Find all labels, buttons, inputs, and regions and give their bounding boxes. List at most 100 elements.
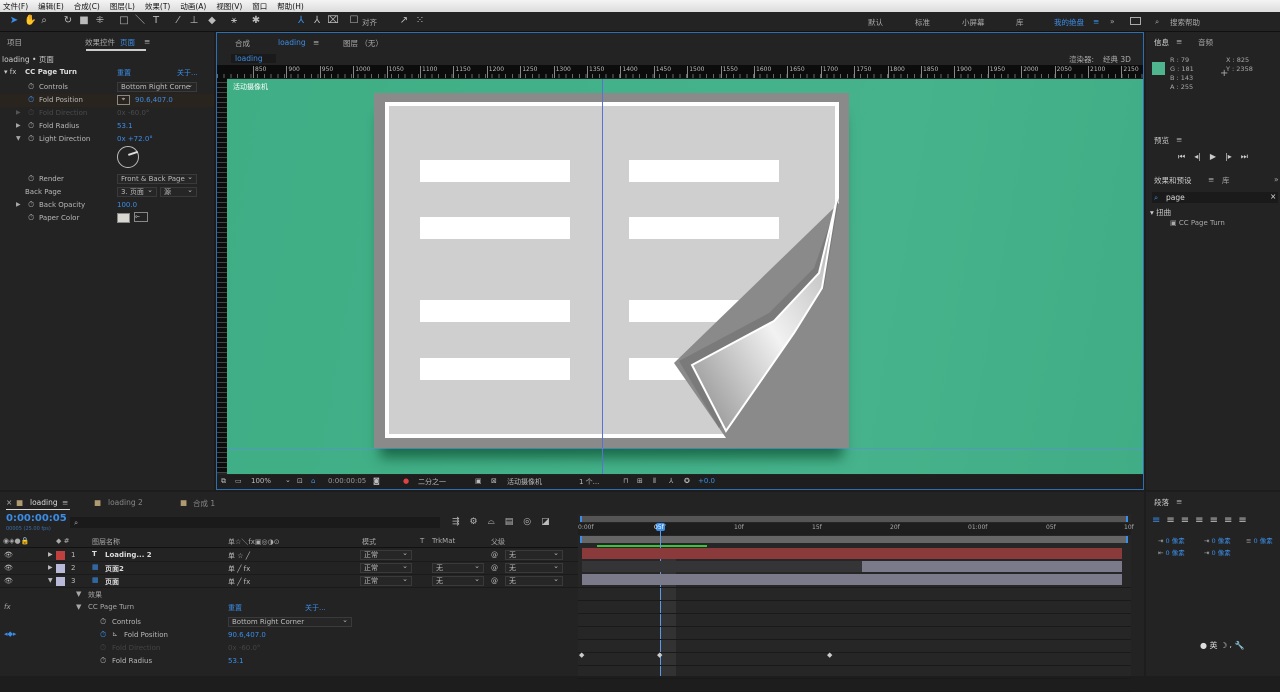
next-frame-icon[interactable]: |▸ [1225, 152, 1232, 162]
stopwatch-icon[interactable]: ⏱ [28, 200, 34, 210]
snap-option-icon[interactable]: ↗ [398, 15, 410, 27]
always-preview-icon[interactable]: ⧉ [221, 477, 226, 486]
chevron-down-icon[interactable]: ⌄ [285, 476, 291, 484]
guide-vertical[interactable] [602, 79, 603, 474]
zoom-tool-icon[interactable]: ⌕ [38, 15, 50, 27]
tab-effect-controls[interactable]: 效果控件 [85, 37, 115, 48]
draft-3d-icon[interactable]: ⚙ [470, 517, 478, 527]
about-link[interactable]: 关于... [305, 603, 326, 613]
justify-all-icon[interactable]: ≡ [1238, 515, 1246, 526]
expand-arrow-icon[interactable]: ▶ [16, 109, 21, 116]
preview-menu-icon[interactable]: ≡ [1176, 135, 1182, 144]
keyframe-icon[interactable]: ◆ [657, 651, 662, 659]
space-after-field[interactable]: ⇥ 0 像素 [1204, 547, 1231, 557]
trkmat-dropdown[interactable]: 无 [432, 575, 484, 586]
back-page-source-dropdown[interactable]: 源 [160, 186, 197, 197]
visibility-eye-icon[interactable]: 👁︎ [4, 577, 13, 585]
last-frame-icon[interactable]: ⏭ [1241, 152, 1248, 162]
layer-name[interactable]: 页面 [105, 577, 119, 587]
tab-effects-presets[interactable]: 效果和预设 [1154, 175, 1192, 186]
column-layer-name[interactable]: 图层名称 [92, 537, 120, 547]
justify-left-icon[interactable]: ≡ [1195, 515, 1203, 526]
layer-row[interactable]: 👁︎ ▼ 3 ▦ 页面 单 ╱ fx 正常 无 @ 无 [0, 575, 578, 588]
world-axis-icon[interactable]: ⅄ [311, 15, 323, 27]
region-icon[interactable]: ▣ [475, 477, 482, 485]
expand-arrow-icon[interactable]: ▼ [76, 603, 81, 611]
effect-item-cc-page-turn[interactable]: ▣ CC Page Turn [1170, 219, 1225, 227]
hand-tool-icon[interactable]: ✋ [24, 15, 36, 27]
effects-menu-icon[interactable]: ≡ [1208, 175, 1214, 184]
guide-horizontal[interactable] [227, 448, 1143, 449]
workspace-active[interactable]: 我的绝盘 [1054, 17, 1084, 28]
parent-dropdown[interactable]: 无 [505, 562, 563, 573]
timeline-menu-icon[interactable]: ≡ [62, 498, 68, 507]
snap-checkbox[interactable]: ☐ [348, 15, 360, 27]
controls-dropdown[interactable]: Bottom Right Corner [228, 616, 352, 627]
point-target-icon[interactable]: ⌖ [117, 95, 130, 105]
expand-arrow-icon[interactable]: ▼ [16, 135, 21, 142]
layer-duration-bar[interactable] [862, 561, 1122, 572]
layer-row[interactable]: 👁︎ ▶ 2 ▦ 页面2 单 ╱ fx 正常 无 @ 无 [0, 562, 578, 575]
pan-behind-tool-icon[interactable]: ⁜ [94, 15, 106, 27]
view-axis-icon[interactable]: ⌧ [327, 15, 339, 27]
workspace-menu-icon[interactable]: ≡ [1093, 17, 1099, 26]
camera-dropdown[interactable]: 活动摄像机 [507, 477, 542, 487]
parent-dropdown[interactable]: 无 [505, 549, 563, 560]
layer-row[interactable]: 👁︎ ▶ 1 T Loading... 2 单 ☆ ╱ 正常 @ 无 [0, 549, 578, 562]
stopwatch-icon[interactable]: ⏱ [28, 108, 34, 118]
flowchart-icon[interactable]: ⅄ [669, 477, 673, 485]
menu-edit[interactable]: 编辑(E) [38, 1, 64, 12]
mode-dropdown[interactable]: 正常 [360, 575, 412, 586]
comp-mini-flowchart-icon[interactable]: ⇶ [452, 517, 460, 527]
stopwatch-icon[interactable]: ⏱ [100, 656, 106, 666]
layer-search-input[interactable]: ⌕ [70, 517, 440, 528]
play-icon[interactable]: ▶ [1210, 152, 1216, 162]
back-page-layer-dropdown[interactable]: 3. 页面 [117, 186, 157, 197]
stopwatch-icon[interactable]: ⏱ [100, 643, 106, 653]
panel-menu-icon[interactable]: ≡ [144, 37, 150, 46]
comp-tab-label[interactable]: 合成 [235, 38, 250, 49]
mask-visibility-icon[interactable]: ⌂ [311, 477, 315, 485]
search-help-input[interactable]: 搜索帮助 [1170, 17, 1200, 28]
layer-duration-bar[interactable] [582, 548, 1122, 559]
effects-search-input[interactable]: ⌕ page × [1152, 192, 1278, 203]
rotate-tool-icon[interactable]: ↻ [62, 15, 74, 27]
stopwatch-icon[interactable]: ⏱ [28, 134, 34, 144]
space-before-field[interactable]: ⇥ 0 像素 [1204, 535, 1231, 545]
expand-arrow-icon[interactable]: ▶ [48, 551, 53, 558]
align-left-icon[interactable]: ≡ [1152, 515, 1160, 526]
fx-icon[interactable]: fx [4, 603, 11, 611]
workspace-default[interactable]: 默认 [868, 17, 883, 28]
parent-pickwhip-icon[interactable]: @ [491, 551, 498, 559]
visibility-eye-icon[interactable]: 👁︎ [4, 564, 13, 572]
work-area-bar[interactable] [580, 536, 1128, 543]
justify-center-icon[interactable]: ≡ [1210, 515, 1218, 526]
parent-dropdown[interactable]: 无 [505, 575, 563, 586]
fx-toggle-icon[interactable]: ▾ fx [4, 68, 16, 76]
stopwatch-icon[interactable]: ⏱ [28, 82, 34, 92]
mode-dropdown[interactable]: 正常 [360, 562, 412, 573]
ime-status[interactable]: ● 英 ☽ ⸴ 🔧 [1200, 640, 1244, 651]
align-center-icon[interactable]: ≡ [1166, 515, 1174, 526]
justify-right-icon[interactable]: ≡ [1224, 515, 1232, 526]
monitor-icon[interactable]: ▭ [235, 477, 242, 485]
about-link[interactable]: 关于... [177, 68, 198, 78]
reset-exposure-icon[interactable]: ✪ [684, 477, 690, 485]
page-frame[interactable] [374, 93, 849, 448]
toggle-pixel-aspect-icon[interactable]: ⊓ [623, 477, 628, 485]
timeline-icon[interactable]: ⫴ [653, 477, 656, 486]
tab-audio[interactable]: 音频 [1198, 37, 1213, 48]
current-timecode[interactable]: 0:00:00:05 [6, 513, 67, 524]
selection-tool-icon[interactable]: ➤ [8, 15, 20, 27]
workspace-standard[interactable]: 标准 [915, 17, 930, 28]
timeline-tab-loading[interactable]: loading [30, 498, 58, 507]
effect-controls-layer[interactable]: 页面 [120, 37, 135, 48]
reset-link[interactable]: 重置 [117, 68, 131, 78]
comp-menu-icon[interactable]: ≡ [313, 38, 319, 47]
layer-switches[interactable]: 单 ╱ fx [228, 577, 250, 587]
mode-dropdown[interactable]: 正常 [360, 549, 412, 560]
parent-pickwhip-icon[interactable]: @ [491, 577, 498, 585]
camera-tool-icon[interactable]: ■ [78, 15, 90, 27]
keyframe-icon[interactable]: ◆ [579, 651, 584, 659]
stopwatch-icon[interactable]: ⏱ [100, 630, 106, 640]
